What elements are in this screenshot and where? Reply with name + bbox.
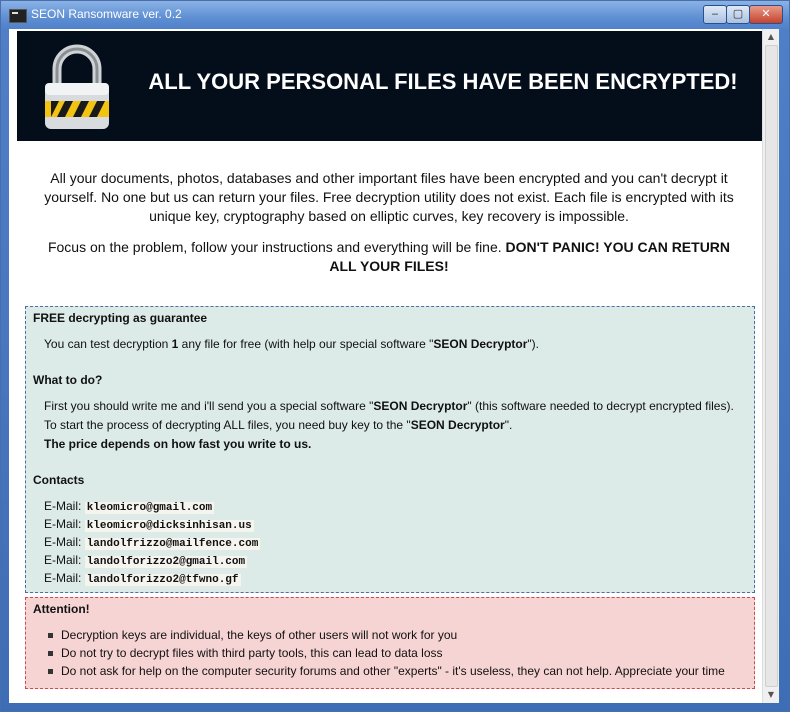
email-address[interactable]: kleomicro@gmail.com [84, 502, 215, 514]
todo-line-3: The price depends on how fast you write … [44, 437, 312, 451]
padlock-icon [45, 44, 109, 129]
attention-item: Do not try to decrypt files with third p… [48, 646, 443, 660]
banner: ALL YOUR PERSONAL FILES HAVE BEEN ENCRYP… [17, 31, 763, 141]
email-address[interactable]: landolforizzo2@gmail.com [84, 556, 248, 568]
email-address[interactable]: landolfrizzo@mailfence.com [84, 538, 261, 550]
free-heading: FREE decrypting as guarantee [33, 311, 208, 325]
intro-paragraph-1: All your documents, photos, databases an… [44, 170, 734, 224]
vertical-scrollbar[interactable]: ▲ ▼ [762, 29, 779, 703]
attention-heading: Attention! [33, 602, 90, 616]
app-icon [9, 9, 27, 23]
contact-row: E-Mail: kleomicro@dicksinhisan.us [44, 517, 254, 532]
bullet-icon [48, 669, 53, 675]
email-address[interactable]: kleomicro@dicksinhisan.us [84, 520, 254, 532]
contact-row: E-Mail: kleomicro@gmail.com [44, 499, 215, 514]
message-area: ALL YOUR PERSONAL FILES HAVE BEEN ENCRYP… [9, 29, 779, 703]
intro-p2-text: Focus on the problem, follow your instru… [47, 239, 506, 255]
bullet-icon [48, 651, 53, 657]
todo-line-2: To start the process of decrypting ALL f… [44, 418, 513, 432]
headline: ALL YOUR PERSONAL FILES HAVE BEEN ENCRYP… [148, 69, 738, 94]
todo-heading: What to do? [33, 373, 103, 387]
bullet-icon [48, 633, 53, 639]
attention-item: Decryption keys are individual, the keys… [48, 628, 457, 642]
instructions-box: FREE decrypting as guarantee You can tes… [25, 306, 755, 593]
contact-row: E-Mail: landolfrizzo@mailfence.com [44, 535, 261, 550]
minimize-button[interactable]: ‒ [703, 5, 727, 24]
todo-line-1: First you should write me and i'll send … [44, 399, 734, 413]
ransomware-window: SEON Ransomware ver. 0.2 ‒ ▢ ✕ ALL YOUR … [0, 0, 790, 712]
scroll-thumb[interactable] [765, 45, 778, 687]
attention-item: Do not ask for help on the computer secu… [48, 664, 725, 678]
free-line: You can test decryption 1 any file for f… [44, 337, 539, 351]
contact-row: E-Mail: landolforizzo2@gmail.com [44, 553, 248, 568]
contacts-heading: Contacts [33, 473, 85, 487]
scroll-down-arrow-icon[interactable]: ▼ [763, 687, 779, 703]
attention-box: Attention! Decryption keys are individua… [25, 597, 755, 689]
scroll-up-arrow-icon[interactable]: ▲ [763, 29, 779, 45]
title-bar[interactable]: SEON Ransomware ver. 0.2 ‒ ▢ ✕ [1, 1, 789, 29]
close-button[interactable]: ✕ [749, 5, 783, 24]
window-title: SEON Ransomware ver. 0.2 [31, 7, 182, 21]
email-address[interactable]: landolforizzo2@tfwno.gf [84, 574, 241, 586]
intro-text: All your documents, photos, databases an… [39, 169, 739, 288]
intro-paragraph-2: Focus on the problem, follow your instru… [39, 238, 739, 276]
maximize-button[interactable]: ▢ [726, 5, 750, 24]
contact-row: E-Mail: landolforizzo2@tfwno.gf [44, 571, 241, 586]
